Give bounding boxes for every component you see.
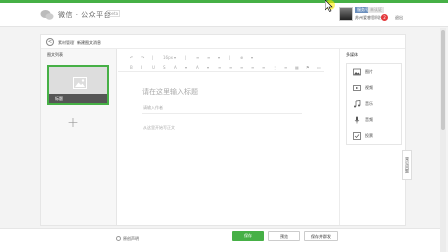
toolbar-button[interactable]: ↷ (141, 54, 144, 62)
insert-label: 音乐 (365, 101, 373, 106)
add-article-button[interactable]: + (67, 116, 79, 130)
media-panel-title: 多媒体 (346, 52, 358, 57)
scrollbar-thumb[interactable] (441, 30, 445, 130)
insert-image[interactable]: 图片 (347, 64, 401, 80)
title-input[interactable]: 请在这里输入标题 (142, 87, 198, 97)
logout-link[interactable]: 退出 (395, 15, 403, 21)
top-header: 微信 · 公众平台 beta 服务号 未认证 苏州爱睿思科技 2 退出 (0, 3, 448, 27)
insert-label: 投票 (365, 133, 373, 138)
insert-label: 音频 (365, 117, 373, 122)
faq-side-tab[interactable]: 常见问题 (402, 150, 412, 180)
save-and-send-button[interactable]: 保存并群发 (304, 231, 338, 241)
insert-vote[interactable]: 投票 (347, 128, 401, 144)
avatar[interactable] (339, 7, 353, 21)
toolbar-button[interactable]: ▾ (251, 54, 253, 62)
app-badge: beta (107, 10, 121, 17)
article-list-panel: 图文列表 标题 + (41, 49, 117, 225)
image-icon (353, 68, 361, 76)
article-card[interactable]: 标题 (47, 65, 109, 105)
card-title: 标题 (55, 96, 63, 101)
toolbar-button[interactable]: 16px (163, 54, 173, 62)
breadcrumb: < 素材管理 / 新建图文消息 (41, 35, 405, 49)
editor-toolbar: ↶ ↷ | 16px ▾ | ≡ ≡ ▾ | ⊕ ▾ B I U S A ▾ A ▾ ≡ ≡ ≡ ≡ ≡ ⋮ ≡ ▦ ⚑ ▭ (130, 52, 330, 72)
toolbar-button[interactable]: | (152, 54, 153, 62)
insert-label: 视频 (365, 85, 373, 90)
app-window: 微信 · 公众平台 beta 服务号 未认证 苏州爱睿思科技 2 退出 < 素材… (0, 0, 448, 252)
breadcrumb-item-current: 新建图文消息 (77, 40, 101, 45)
body-editor[interactable]: 从这里开始写正文 (143, 125, 175, 131)
preview-button[interactable]: 预览 (268, 231, 300, 241)
verification-badge: 未认证 (368, 7, 384, 13)
app-title[interactable]: 微信 · 公众平台 (58, 10, 111, 20)
media-panel: 多媒体 图片 视频 音乐 音频 投票 (339, 49, 405, 225)
toolbar-row-1: ↶ ↷ | 16px ▾ | ≡ ≡ ▾ | ⊕ ▾ (130, 54, 330, 62)
card-title-bar: 标题 (49, 94, 107, 103)
mouse-cursor-icon (325, 0, 333, 12)
toolbar-button[interactable]: ⊕ (240, 54, 243, 62)
footer-action-bar: 原创声明 保存 预览 保存并群发 (0, 228, 440, 252)
wechat-logo-icon[interactable] (40, 9, 54, 21)
voice-icon (354, 116, 360, 124)
toolbar-button[interactable]: ≡ (207, 54, 210, 62)
user-name[interactable]: 苏州爱睿思科技 (355, 15, 383, 21)
message-count-badge[interactable]: 2 (381, 14, 388, 21)
toolbar-button[interactable]: ↶ (130, 54, 133, 62)
toolbar-button[interactable]: ▾ (174, 54, 176, 62)
author-input[interactable]: 请输入作者 (143, 105, 163, 111)
main-panel: < 素材管理 / 新建图文消息 图文列表 标题 + ↶ ↷ | 16px ▾ | ≡ ≡ ▾ | ⊕ (40, 34, 406, 226)
save-button[interactable]: 保存 (232, 231, 264, 241)
insert-music[interactable]: 音乐 (347, 96, 401, 112)
divider (142, 113, 302, 114)
video-icon (353, 85, 361, 91)
breadcrumb-item-materials[interactable]: 素材管理 (58, 40, 74, 46)
original-label: 原创声明 (123, 236, 139, 241)
breadcrumb-separator: / (73, 40, 75, 45)
insert-voice[interactable]: 音频 (347, 112, 401, 128)
insert-video[interactable]: 视频 (347, 80, 401, 96)
toolbar-button[interactable]: ≡ (196, 54, 199, 62)
vote-icon (353, 132, 361, 140)
back-button[interactable]: < (46, 38, 54, 46)
insert-label: 图片 (365, 69, 373, 74)
image-placeholder-icon (73, 77, 87, 89)
toolbar-button[interactable]: | (229, 54, 230, 62)
media-insert-list: 图片 视频 音乐 音频 投票 (346, 63, 402, 145)
editor-area: ↶ ↷ | 16px ▾ | ≡ ≡ ▾ | ⊕ ▾ B I U S A ▾ A ▾ ≡ ≡ ≡ ≡ ≡ ⋮ ≡ ▦ ⚑ ▭ 请在这里输… (118, 49, 338, 225)
article-list-title: 图文列表 (47, 52, 63, 57)
original-radio[interactable] (116, 236, 121, 241)
toolbar-button[interactable]: | (185, 54, 186, 62)
music-icon (354, 100, 361, 108)
toolbar-button[interactable]: ▾ (218, 54, 220, 62)
toolbar-divider (118, 71, 324, 72)
